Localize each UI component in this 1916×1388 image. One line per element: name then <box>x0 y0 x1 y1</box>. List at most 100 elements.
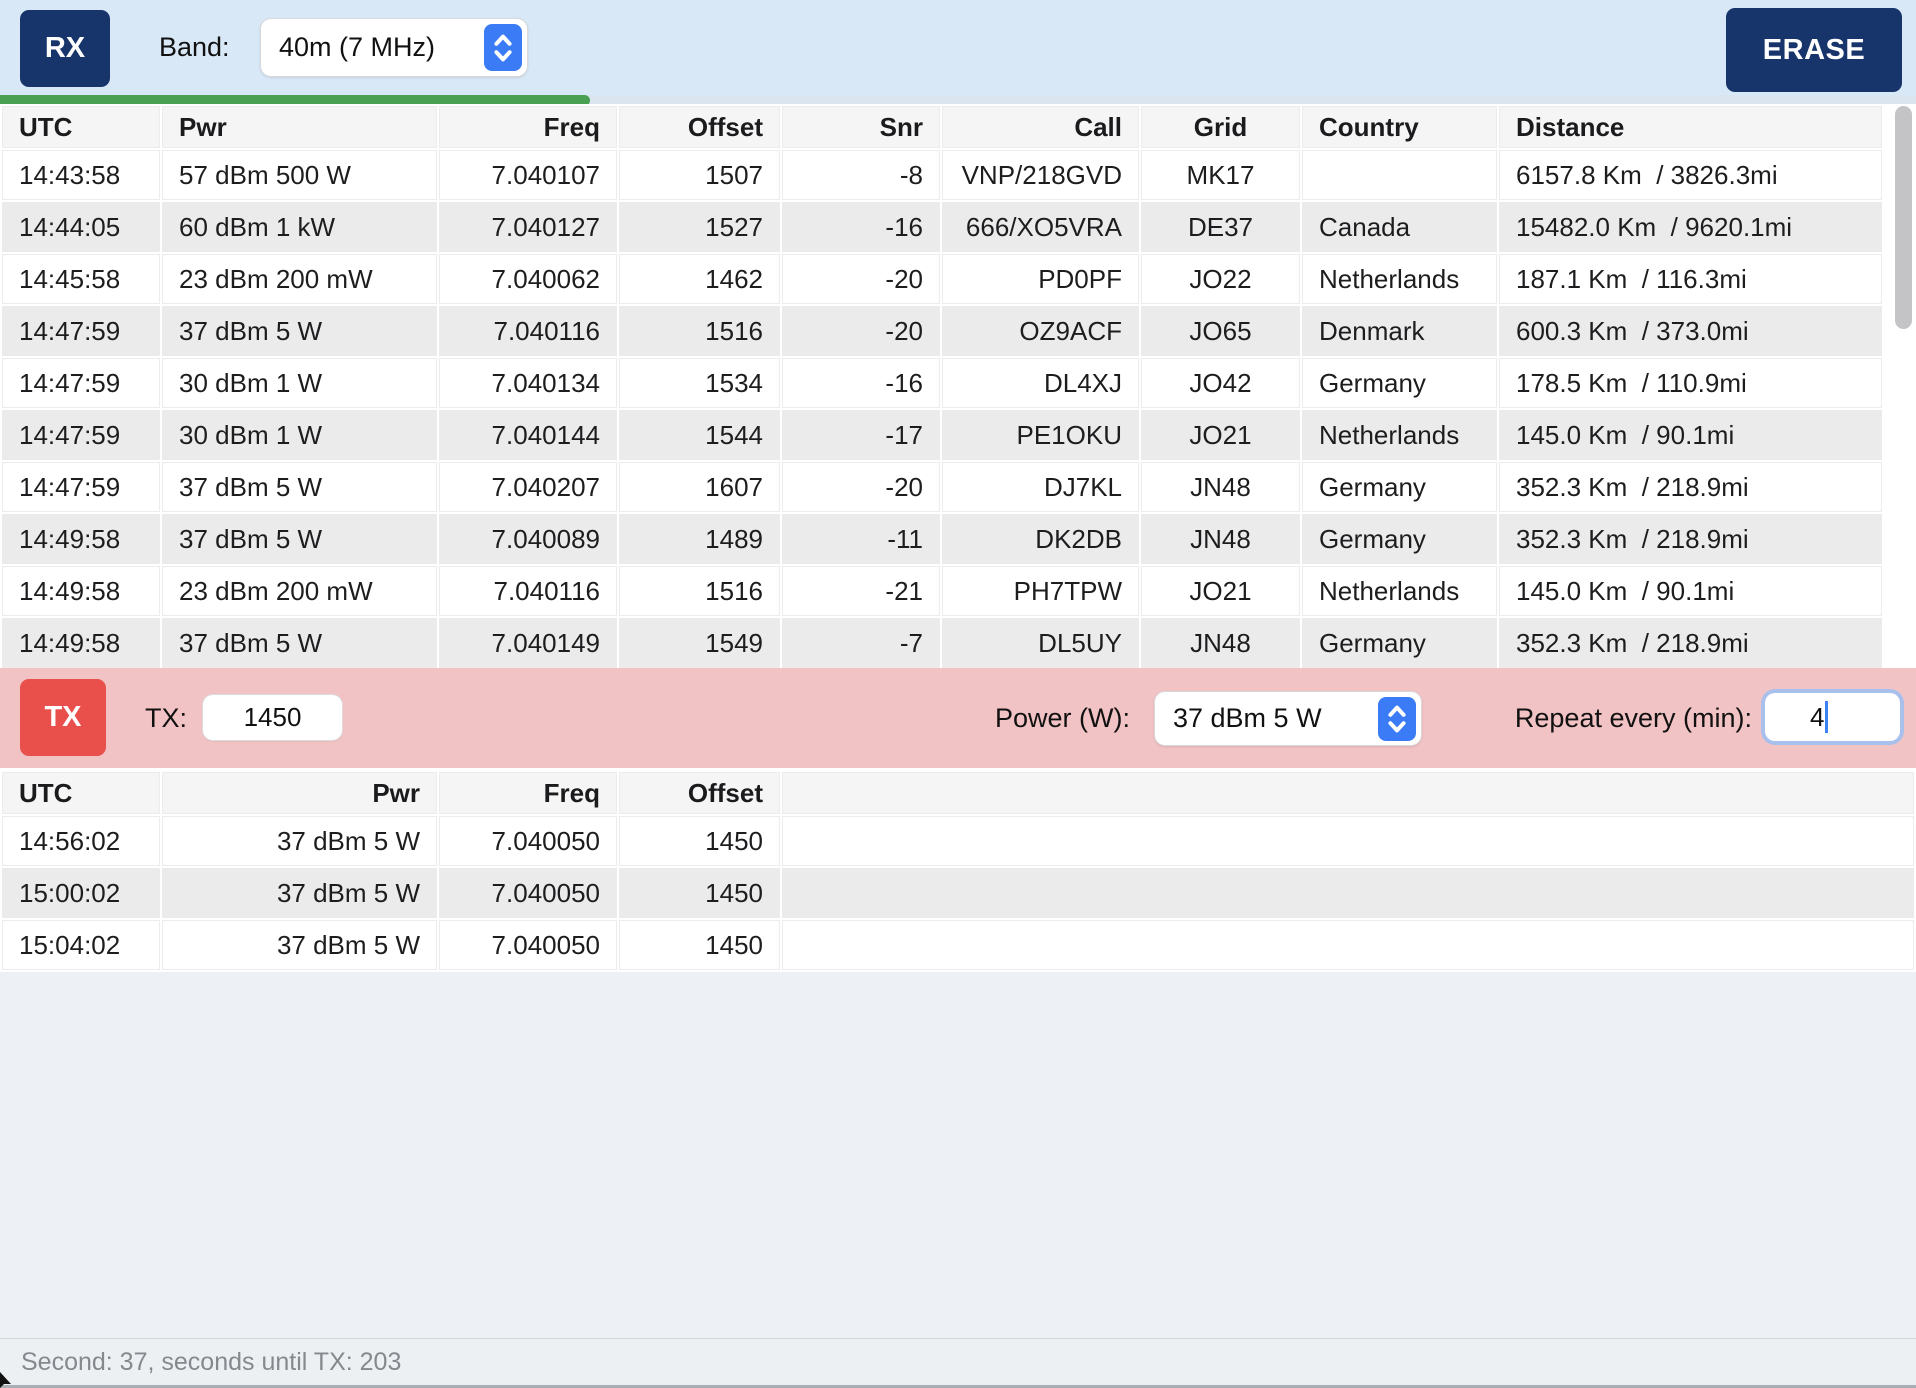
table-cell: 14:56:02 <box>2 816 160 866</box>
table-cell: DE37 <box>1141 202 1300 252</box>
tx-offset-input[interactable]: 1450 <box>203 695 342 740</box>
table-cell: OZ9ACF <box>942 306 1139 356</box>
table-cell: 60 dBm 1 kW <box>162 202 437 252</box>
table-cell: JO65 <box>1141 306 1300 356</box>
table-cell <box>782 816 1914 866</box>
table-cell: 7.040116 <box>439 306 617 356</box>
tx-offset-label: TX: <box>145 703 188 733</box>
table-cell: 1607 <box>619 462 780 512</box>
table-row: 15:00:02 37 dBm 5 W 7.040050 1450 <box>2 868 1914 918</box>
column-header: Pwr <box>162 772 437 814</box>
table-cell: -17 <box>782 410 940 460</box>
table-cell: JN48 <box>1141 618 1300 668</box>
scrollbar-thumb[interactable] <box>1895 106 1912 329</box>
table-row: 15:04:02 37 dBm 5 W 7.040050 1450 <box>2 920 1914 970</box>
power-label: Power (W): <box>995 703 1130 733</box>
table-cell: 14:49:58 <box>2 566 160 616</box>
table-cell: 15482.0 Km / 9620.1mi <box>1499 202 1882 252</box>
table-cell: 600.3 Km / 373.0mi <box>1499 306 1882 356</box>
column-header: UTC <box>2 106 160 148</box>
tx-control-bar: TX TX: 1450 Power (W): 37 dBm 5 W Repeat… <box>0 668 1916 768</box>
band-label: Band: <box>159 32 230 62</box>
table-cell: 37 dBm 5 W <box>162 868 437 918</box>
table-cell: 37 dBm 5 W <box>162 462 437 512</box>
table-cell: 7.040050 <box>439 816 617 866</box>
table-cell: 57 dBm 500 W <box>162 150 437 200</box>
table-row: 14:49:58 23 dBm 200 mW 7.040116 1516 -21 PH7T… <box>2 566 1882 616</box>
table-cell: 14:47:59 <box>2 410 160 460</box>
table-cell: -21 <box>782 566 940 616</box>
table-cell: 37 dBm 5 W <box>162 514 437 564</box>
header-row: UTC Pwr Freq Offset Snr Call Grid Country Distan… <box>2 106 1882 148</box>
column-header: Snr <box>782 106 940 148</box>
table-cell: 7.040116 <box>439 566 617 616</box>
table-row: 14:45:58 23 dBm 200 mW 7.040062 1462 -20 PD0P… <box>2 254 1882 304</box>
power-select-value: 37 dBm 5 W <box>1173 703 1322 733</box>
table-row: 14:47:59 37 dBm 5 W 7.040207 1607 -20 DJ7KL JN… <box>2 462 1882 512</box>
table-cell: 1544 <box>619 410 780 460</box>
column-header: Offset <box>619 772 780 814</box>
table-cell: 1450 <box>619 868 780 918</box>
table-cell: DL4XJ <box>942 358 1139 408</box>
tx-log-table: UTC Pwr Freq Offset 14:56:02 37 dBm 5 W 7.0400… <box>0 770 1916 972</box>
table-row: 14:43:58 57 dBm 500 W 7.040107 1507 -8 VNP/21… <box>2 150 1882 200</box>
table-cell: 7.040149 <box>439 618 617 668</box>
table-cell <box>782 868 1914 918</box>
table-cell: -16 <box>782 202 940 252</box>
table-cell: -20 <box>782 306 940 356</box>
table-cell: Germany <box>1302 618 1497 668</box>
table-cell: Canada <box>1302 202 1497 252</box>
tx-log-section: UTC Pwr Freq Offset 14:56:02 37 dBm 5 W 7.0400… <box>0 770 1916 972</box>
rx-spots-section: UTC Pwr Freq Offset Snr Call Grid Country Distan… <box>0 104 1884 670</box>
table-cell: JN48 <box>1141 462 1300 512</box>
column-header: Pwr <box>162 106 437 148</box>
column-header <box>782 772 1914 814</box>
table-cell: 178.5 Km / 110.9mi <box>1499 358 1882 408</box>
table-cell: 352.3 Km / 218.9mi <box>1499 618 1882 668</box>
table-cell: 1516 <box>619 306 780 356</box>
table-row: 14:47:59 30 dBm 1 W 7.040144 1544 -17 PE1OKU J… <box>2 410 1882 460</box>
band-select[interactable]: 40m (7 MHz) <box>261 19 527 76</box>
table-row: 14:49:58 37 dBm 5 W 7.040149 1549 -7 DL5UY JN4… <box>2 618 1882 668</box>
table-cell: DK2DB <box>942 514 1139 564</box>
table-cell: 23 dBm 200 mW <box>162 566 437 616</box>
table-cell: VNP/218GVD <box>942 150 1139 200</box>
table-cell: 7.040107 <box>439 150 617 200</box>
table-cell: 7.040062 <box>439 254 617 304</box>
stepper-chevrons-icon <box>484 24 522 71</box>
table-cell: Netherlands <box>1302 566 1497 616</box>
scrollbar-track[interactable] <box>1884 104 1916 670</box>
repeat-interval-input[interactable]: 4 <box>1765 693 1900 741</box>
table-cell: 352.3 Km / 218.9mi <box>1499 514 1882 564</box>
table-cell: 37 dBm 5 W <box>162 920 437 970</box>
table-cell: JN48 <box>1141 514 1300 564</box>
table-cell: -8 <box>782 150 940 200</box>
table-cell: 1507 <box>619 150 780 200</box>
table-cell: 14:43:58 <box>2 150 160 200</box>
table-cell: 7.040207 <box>439 462 617 512</box>
erase-button[interactable]: ERASE <box>1726 8 1902 92</box>
column-header: Freq <box>439 772 617 814</box>
table-cell: 187.1 Km / 116.3mi <box>1499 254 1882 304</box>
table-cell: JO21 <box>1141 410 1300 460</box>
app-window: RX Band: 40m (7 MHz) ERASE UTC Pwr Freq Off… <box>0 0 1916 1388</box>
column-header: Grid <box>1141 106 1300 148</box>
mouse-cursor-icon <box>0 1372 11 1388</box>
table-cell: Germany <box>1302 358 1497 408</box>
table-cell: 14:45:58 <box>2 254 160 304</box>
table-row: 14:47:59 37 dBm 5 W 7.040116 1516 -20 OZ9ACF J… <box>2 306 1882 356</box>
rx-mode-button[interactable]: RX <box>20 10 110 87</box>
table-cell: 145.0 Km / 90.1mi <box>1499 410 1882 460</box>
table-cell: 1462 <box>619 254 780 304</box>
table-row: 14:47:59 30 dBm 1 W 7.040134 1534 -16 DL4XJ JO… <box>2 358 1882 408</box>
table-cell: 1450 <box>619 920 780 970</box>
rx-spots-table: UTC Pwr Freq Offset Snr Call Grid Country Distan… <box>0 104 1884 670</box>
power-select[interactable]: 37 dBm 5 W <box>1155 692 1421 745</box>
tx-mode-button[interactable]: TX <box>20 679 106 756</box>
table-cell: 37 dBm 5 W <box>162 618 437 668</box>
column-header: Offset <box>619 106 780 148</box>
column-header: UTC <box>2 772 160 814</box>
table-cell: 14:49:58 <box>2 618 160 668</box>
status-text: Second: 37, seconds until TX: 203 <box>21 1348 402 1376</box>
table-cell: DL5UY <box>942 618 1139 668</box>
